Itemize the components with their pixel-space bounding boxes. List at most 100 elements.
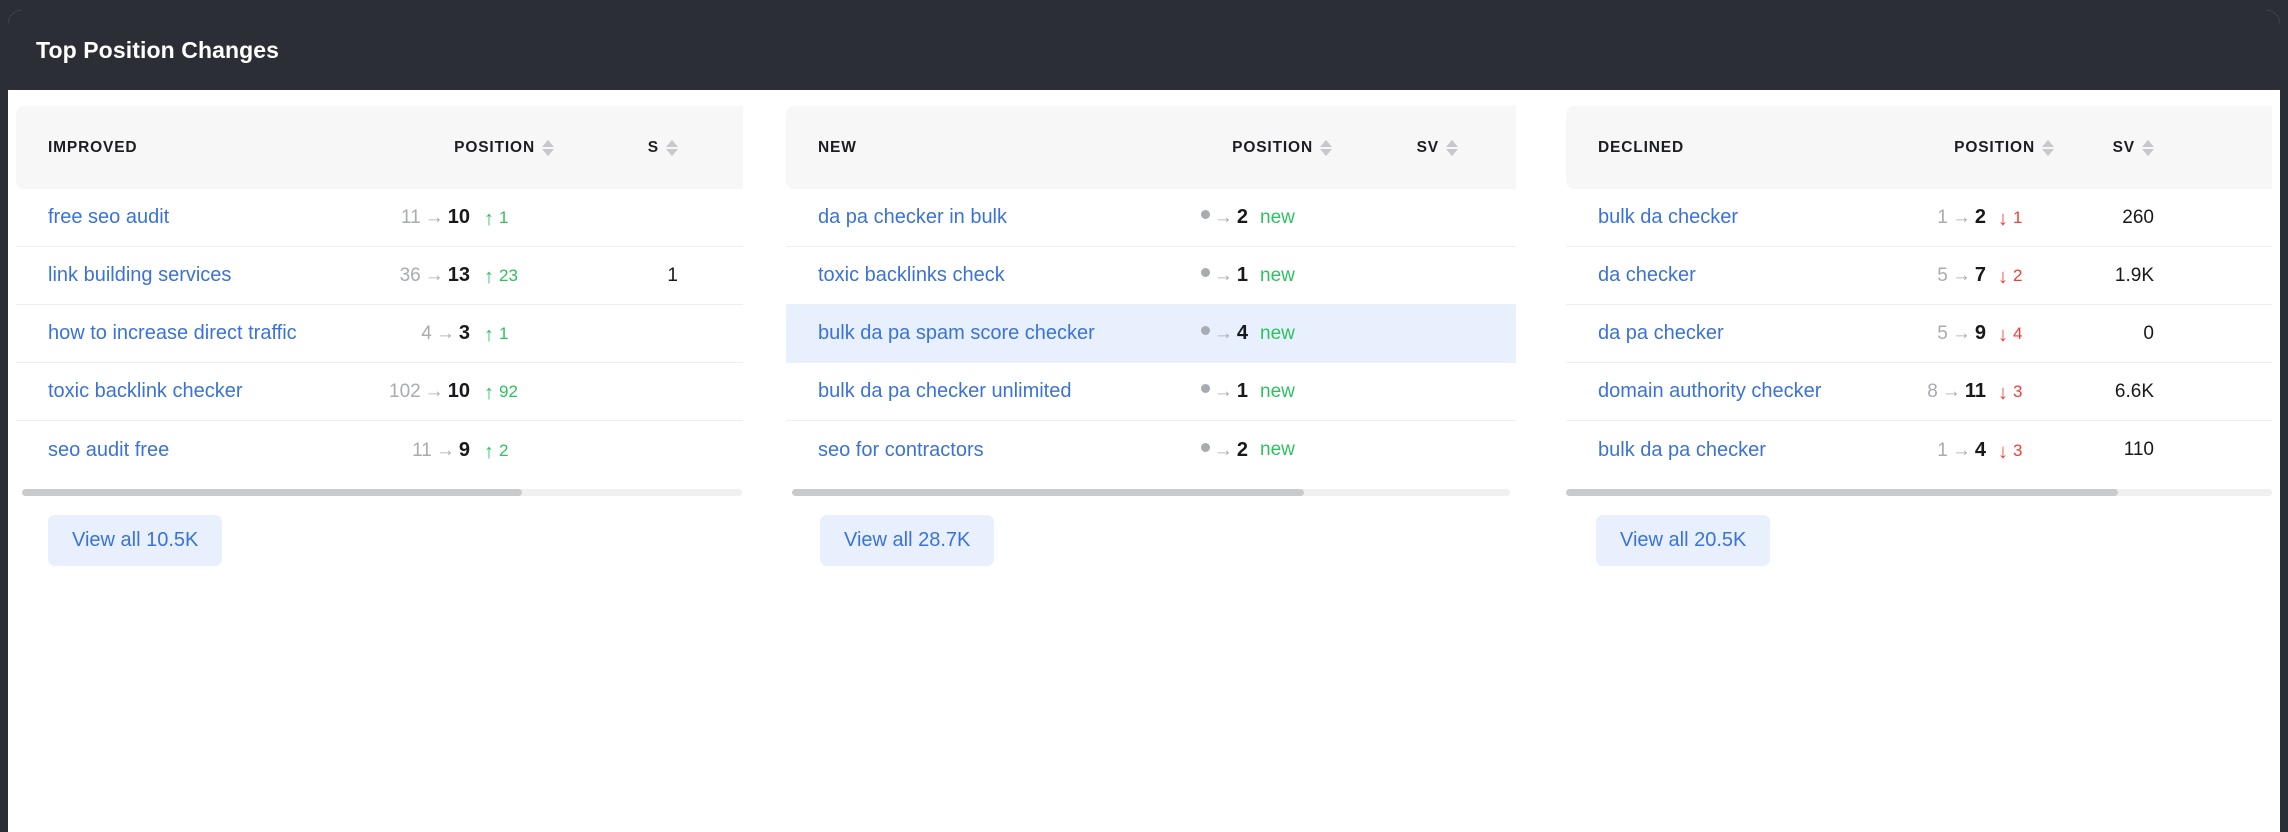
transition-arrow-icon: → xyxy=(1952,265,1971,287)
search-volume-value: 6.6K xyxy=(2060,381,2154,403)
horizontal-scrollbar-new[interactable] xyxy=(792,489,1510,496)
transition-arrow-icon: → xyxy=(436,440,455,462)
column-header-position-declined[interactable]: POSITION xyxy=(1878,139,2054,157)
sort-arrows-icon[interactable] xyxy=(1446,140,1458,156)
new-badge: new xyxy=(1260,207,1295,229)
current-position: 3 xyxy=(459,322,470,345)
table-row[interactable]: da pa checker in bulk→2new xyxy=(786,189,1516,247)
column-header-name-new[interactable]: NEW xyxy=(818,139,1138,157)
keyword-link[interactable]: bulk da pa checker unlimited xyxy=(818,380,1138,403)
column-header-sv-declined[interactable]: SV xyxy=(2060,139,2154,157)
sort-arrows-icon[interactable] xyxy=(2142,140,2154,156)
table-row[interactable]: how to increase direct traffic4→3↑1 xyxy=(16,305,743,363)
table-row[interactable]: bulk da pa spam score checker→4 new xyxy=(786,305,1516,363)
table-row[interactable]: da checker5→7↓21.9K xyxy=(1566,247,2272,305)
no-previous-position-dot-icon xyxy=(1201,443,1210,452)
view-all-button-improved[interactable]: View all 10.5K xyxy=(48,515,222,566)
previous-position: 5 xyxy=(1937,323,1948,345)
view-all-button-new[interactable]: View all 28.7K xyxy=(820,515,994,566)
transition-arrow-icon: → xyxy=(425,265,444,287)
sort-arrows-icon[interactable] xyxy=(542,140,554,156)
card-header: Top Position Changes xyxy=(8,10,2280,90)
table-row[interactable]: toxic backlink checker102→10↑92 xyxy=(16,363,743,421)
position-cell: 36→13 xyxy=(348,264,470,287)
keyword-link[interactable]: bulk da pa checker xyxy=(1598,439,1878,462)
table-row[interactable]: bulk da checker1→2↓1260 xyxy=(1566,189,2272,247)
table-row[interactable]: bulk da pa checker1→4↓3110 xyxy=(1566,421,2272,479)
table-header-improved: IMPROVEDPOSITION S xyxy=(16,106,743,189)
current-position: 7 xyxy=(1975,264,1986,287)
current-position: 1 xyxy=(1237,380,1248,403)
table-row[interactable]: toxic backlinks check→1 new xyxy=(786,247,1516,305)
table-row[interactable]: domain authority checker8→11↓36.6K xyxy=(1566,363,2272,421)
current-position: 11 xyxy=(1965,380,1986,403)
sort-arrows-icon[interactable] xyxy=(2042,140,2054,156)
position-delta: new xyxy=(1260,265,1332,287)
table-row[interactable]: link building services36→13↑231 xyxy=(16,247,743,305)
arrow-up-icon: ↑ xyxy=(484,267,494,287)
no-previous-position-dot-icon xyxy=(1201,384,1210,393)
current-position: 13 xyxy=(448,264,470,287)
table-row[interactable]: free seo audit11→10↑1 xyxy=(16,189,743,247)
table-row[interactable]: da pa checker5→9↓40 xyxy=(1566,305,2272,363)
arrow-down-icon: ↓ xyxy=(1998,442,2008,462)
scrollbar-thumb[interactable] xyxy=(22,489,522,496)
keyword-link[interactable]: toxic backlinks check xyxy=(818,264,1138,287)
current-position: 9 xyxy=(1975,322,1986,345)
position-cell: 5→9 xyxy=(1878,322,1986,345)
table-row[interactable]: seo audit free11→9↑2 xyxy=(16,421,743,479)
previous-position: 11 xyxy=(401,207,421,229)
column-header-position-new[interactable]: POSITION xyxy=(1138,139,1332,157)
horizontal-scrollbar-improved[interactable] xyxy=(22,489,742,496)
arrow-down-icon: ↓ xyxy=(1998,267,2008,287)
new-badge: new xyxy=(1260,323,1295,345)
table-improved: IMPROVEDPOSITIONSfree seo audit11→10↑1li… xyxy=(16,106,743,479)
keyword-link[interactable]: bulk da checker xyxy=(1598,206,1878,229)
keyword-link[interactable]: da checker xyxy=(1598,264,1878,287)
sort-arrows-icon[interactable] xyxy=(1320,140,1332,156)
view-all-container: View all 28.7K xyxy=(772,496,1548,566)
position-delta: ↑23 xyxy=(484,265,554,286)
position-cell: 5→7 xyxy=(1878,264,1986,287)
scrollbar-thumb[interactable] xyxy=(792,489,1304,496)
horizontal-scrollbar-declined[interactable] xyxy=(1566,489,2272,496)
view-all-button-declined[interactable]: View all 20.5K xyxy=(1596,515,1770,566)
column-header-name-declined[interactable]: DECLINED xyxy=(1598,139,1878,157)
delta-value: 3 xyxy=(2013,441,2022,461)
keyword-link[interactable]: bulk da pa spam score checker xyxy=(818,322,1138,345)
keyword-link[interactable]: domain authority checker xyxy=(1598,380,1878,403)
position-cell: →4 xyxy=(1138,322,1248,345)
keyword-link[interactable]: toxic backlink checker xyxy=(48,380,348,403)
keyword-link[interactable]: free seo audit xyxy=(48,206,348,229)
column-header-sv-label: SV xyxy=(1417,139,1439,157)
position-cell: →1 xyxy=(1138,264,1248,287)
transition-arrow-icon: → xyxy=(1952,440,1971,462)
keyword-link[interactable]: link building services xyxy=(48,264,348,287)
column-header-sv-new[interactable]: SV xyxy=(1348,139,1458,157)
column-header-position-improved[interactable]: POSITION xyxy=(348,139,554,157)
table-viewport-declined: DECLINEDPOSITION SV bulk da checker1→2↓126… xyxy=(1566,106,2272,479)
position-delta: ↓2 xyxy=(1998,265,2054,286)
position-cell: 1→4 xyxy=(1878,439,1986,462)
current-position: 4 xyxy=(1237,322,1248,345)
position-delta: new xyxy=(1260,381,1332,403)
delta-value: 3 xyxy=(2013,382,2022,402)
keyword-link[interactable]: da pa checker xyxy=(1598,322,1878,345)
column-header-sv-improved[interactable]: S xyxy=(568,139,678,157)
keyword-link[interactable]: da pa checker in bulk xyxy=(818,206,1138,229)
table-header-new: NEWPOSITION SV xyxy=(786,106,1516,189)
keyword-link[interactable]: seo for contractors xyxy=(818,439,1138,462)
keyword-link[interactable]: how to increase direct traffic xyxy=(48,322,348,345)
column-header-name-improved[interactable]: IMPROVED xyxy=(48,139,348,157)
arrow-down-icon: ↓ xyxy=(1998,383,2008,403)
position-cell: 11→9 xyxy=(348,439,470,462)
transition-arrow-icon: → xyxy=(1942,381,1961,403)
page-title: Top Position Changes xyxy=(36,37,279,64)
transition-arrow-icon: → xyxy=(425,381,444,403)
keyword-link[interactable]: seo audit free xyxy=(48,439,348,462)
scrollbar-thumb[interactable] xyxy=(1566,489,2118,496)
table-row[interactable]: seo for contractors→2new xyxy=(786,421,1516,479)
table-row[interactable]: bulk da pa checker unlimited→1new xyxy=(786,363,1516,421)
sort-arrows-icon[interactable] xyxy=(666,140,678,156)
arrow-up-icon: ↑ xyxy=(484,325,494,345)
